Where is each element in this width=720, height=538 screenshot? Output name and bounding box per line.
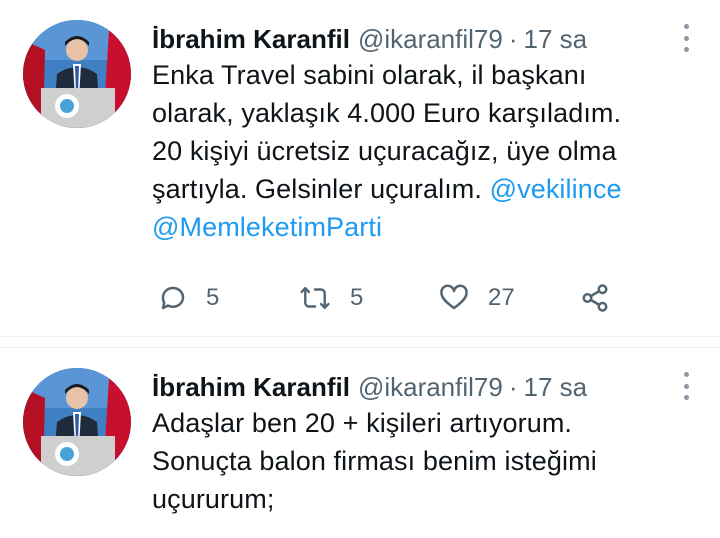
author-handle[interactable]: @ikaranfil79 <box>358 370 503 404</box>
tweet-header: İbrahim Karanfil @ikaranfil79 · 17 sa <box>152 22 680 56</box>
tweet-line: uçururum; <box>152 484 275 514</box>
tweet-line: @MemleketimParti <box>152 208 680 246</box>
reply-button[interactable]: 5 <box>158 278 219 318</box>
retweet-count: 5 <box>350 284 364 311</box>
separator: · <box>508 372 518 402</box>
like-icon <box>440 284 468 310</box>
tweet-line: 20 kişiyi ücretsiz uçuracağız, üye olma <box>152 136 617 166</box>
mention-link[interactable]: @vekilince <box>490 174 622 204</box>
timestamp[interactable]: 17 sa <box>524 370 588 404</box>
tweet-text: Adaşlar ben 20 + kişileri artıyorum. Son… <box>152 404 680 518</box>
mention-link[interactable]: @MemleketimParti <box>152 212 382 242</box>
like-button[interactable]: 27 <box>438 278 515 318</box>
retweet-button[interactable]: 5 <box>298 278 363 318</box>
share-button[interactable] <box>580 278 610 318</box>
more-vertical-icon[interactable] <box>682 372 690 400</box>
share-icon <box>582 284 608 312</box>
tweet-body: İbrahim Karanfil @ikaranfil79 · 17 sa Ad… <box>152 370 680 518</box>
tweet-text: Enka Travel sabini olarak, il başkanı ol… <box>152 56 680 246</box>
tweet-line: şartıyla. Gelsinler uçuralım. @vekilince <box>152 170 680 208</box>
tweet[interactable]: İbrahim Karanfil @ikaranfil79 · 17 sa Ad… <box>0 348 720 538</box>
avatar[interactable] <box>23 368 131 476</box>
author-handle[interactable]: @ikaranfil79 <box>358 22 503 56</box>
tweet-line: Enka Travel sabini olarak, il başkanı <box>152 60 587 90</box>
reply-count: 5 <box>206 284 220 311</box>
tweet-body: İbrahim Karanfil @ikaranfil79 · 17 sa En… <box>152 22 680 246</box>
author-name[interactable]: İbrahim Karanfil <box>152 370 350 404</box>
tweet-actions: 5 5 27 <box>152 278 672 318</box>
reply-icon <box>161 286 185 310</box>
tweet-line: Sonuçta balon firması benim isteğimi <box>152 446 597 476</box>
retweet-icon <box>300 287 330 309</box>
more-vertical-icon[interactable] <box>682 24 690 52</box>
avatar[interactable] <box>23 20 131 128</box>
tweet[interactable]: İbrahim Karanfil @ikaranfil79 · 17 sa En… <box>0 0 720 336</box>
tweet-line: olarak, yaklaşık 4.000 Euro karşıladım. <box>152 98 622 128</box>
tweet-line-text: şartıyla. Gelsinler uçuralım. <box>152 174 490 204</box>
timestamp[interactable]: 17 sa <box>524 22 588 56</box>
tweet-header: İbrahim Karanfil @ikaranfil79 · 17 sa <box>152 370 680 404</box>
like-count: 27 <box>488 284 515 311</box>
author-name[interactable]: İbrahim Karanfil <box>152 22 350 56</box>
separator: · <box>508 24 518 54</box>
tweet-line: Adaşlar ben 20 + kişileri artıyorum. <box>152 408 573 438</box>
